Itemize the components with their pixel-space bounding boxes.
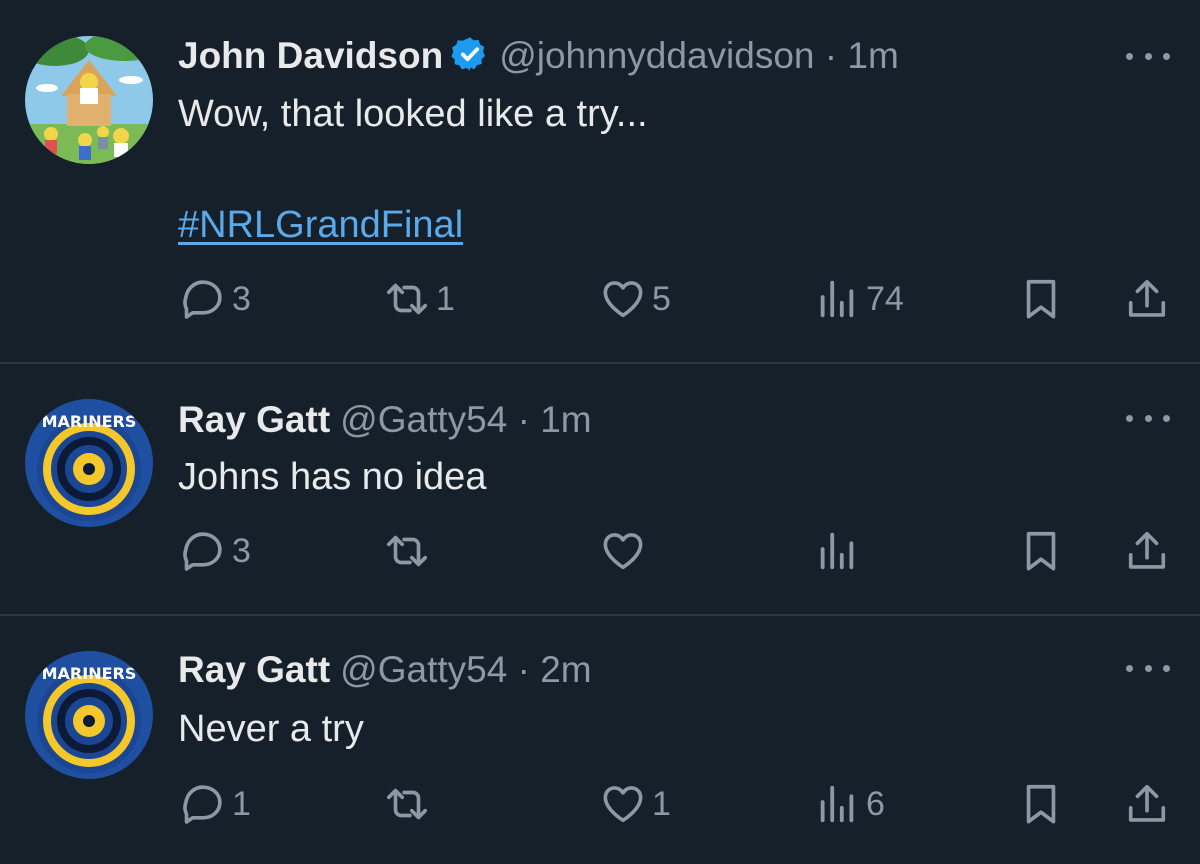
views-icon (820, 280, 854, 318)
tweet-header: John Davidson @johnnyddavidson · 1m (178, 34, 899, 78)
bookmark-button[interactable] (1018, 779, 1064, 829)
reply-count: 3 (232, 280, 251, 318)
views-button[interactable]: 74 (814, 274, 904, 324)
retweet-icon (386, 788, 428, 820)
retweet-icon (386, 535, 428, 567)
tweet[interactable]: MARINERS Ray Gatt @Gatty54 · 2m Never a t… (0, 616, 1200, 864)
action-bar: 3 1 5 74 (0, 274, 1200, 324)
reply-button[interactable]: 3 (180, 526, 251, 576)
more-icon[interactable] (1124, 656, 1172, 680)
heart-icon (603, 786, 643, 823)
action-bar: 3 (0, 526, 1200, 576)
like-count: 1 (652, 785, 671, 823)
separator-dot: · (517, 399, 530, 440)
avatar[interactable]: MARINERS (25, 651, 153, 779)
share-icon (1128, 279, 1166, 317)
display-name[interactable]: John Davidson (178, 35, 443, 76)
separator-dot: · (824, 35, 838, 76)
retweet-icon (386, 283, 428, 315)
timestamp[interactable]: 1m (540, 399, 591, 440)
tweet-feed: John Davidson @johnnyddavidson · 1m Wow, … (0, 0, 1200, 864)
view-count: 6 (866, 785, 885, 823)
tweet-header: Ray Gatt @Gatty54 · 1m (178, 398, 592, 442)
logo-text: MARINERS (42, 412, 137, 431)
handle[interactable]: @Gatty54 (340, 399, 507, 440)
like-button[interactable]: 5 (600, 274, 671, 324)
mariners-logo-icon: MARINERS (25, 651, 153, 779)
tweet[interactable]: MARINERS Ray Gatt @Gatty54 · 1m Johns has… (0, 364, 1200, 614)
views-icon (820, 532, 854, 570)
retweet-count: 1 (436, 280, 455, 318)
reply-icon (183, 785, 222, 824)
like-button[interactable] (600, 526, 652, 576)
view-count: 74 (866, 280, 904, 318)
cartoon-avatar-icon (25, 36, 153, 164)
avatar[interactable]: MARINERS (25, 399, 153, 527)
bookmark-button[interactable] (1018, 274, 1064, 324)
more-icon[interactable] (1124, 44, 1172, 68)
reply-icon (183, 280, 222, 319)
retweet-button[interactable]: 1 (384, 274, 455, 324)
reply-button[interactable]: 3 (180, 274, 251, 324)
action-bar: 1 1 6 (0, 779, 1200, 829)
reply-count: 1 (232, 785, 251, 823)
share-icon (1128, 784, 1166, 822)
share-button[interactable] (1124, 526, 1170, 576)
views-button[interactable] (814, 526, 866, 576)
like-button[interactable]: 1 (600, 779, 671, 829)
tweet-text: Wow, that looked like a try... (178, 93, 648, 135)
tweet-header: Ray Gatt @Gatty54 · 2m (178, 648, 592, 692)
like-count: 5 (652, 280, 671, 318)
heart-icon (603, 533, 643, 570)
timestamp[interactable]: 2m (540, 649, 591, 690)
tweet-text: Johns has no idea (178, 456, 487, 498)
share-icon (1128, 531, 1166, 569)
share-button[interactable] (1124, 779, 1170, 829)
separator-dot: · (517, 649, 530, 690)
bookmark-icon (1026, 531, 1056, 571)
more-icon[interactable] (1124, 406, 1172, 430)
bookmark-icon (1026, 784, 1056, 824)
retweet-button[interactable] (384, 779, 436, 829)
bookmark-button[interactable] (1018, 526, 1064, 576)
reply-button[interactable]: 1 (180, 779, 251, 829)
reply-icon (183, 532, 222, 571)
mariners-logo-icon: MARINERS (25, 399, 153, 527)
bookmark-icon (1026, 279, 1056, 319)
timestamp[interactable]: 1m (847, 35, 898, 76)
verified-badge-icon (451, 37, 486, 71)
tweet[interactable]: John Davidson @johnnyddavidson · 1m Wow, … (0, 0, 1200, 362)
views-button[interactable]: 6 (814, 779, 885, 829)
tweet-text: Never a try (178, 708, 364, 750)
display-name[interactable]: Ray Gatt (178, 399, 330, 440)
heart-icon (603, 281, 643, 318)
display-name[interactable]: Ray Gatt (178, 649, 330, 690)
share-button[interactable] (1124, 274, 1170, 324)
avatar[interactable] (25, 36, 153, 164)
views-icon (820, 785, 854, 823)
hashtag-link[interactable]: #NRLGrandFinal (178, 202, 463, 248)
handle[interactable]: @johnnyddavidson (499, 35, 814, 76)
retweet-button[interactable] (384, 526, 436, 576)
logo-text: MARINERS (42, 664, 137, 683)
handle[interactable]: @Gatty54 (340, 649, 507, 690)
reply-count: 3 (232, 532, 251, 570)
